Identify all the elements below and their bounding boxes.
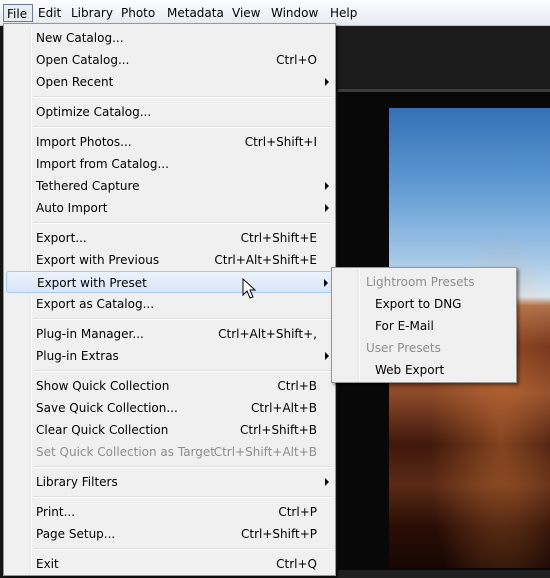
menu-item-label: Import Photos...	[36, 135, 132, 149]
menu-separator	[34, 222, 331, 224]
menu-item-label: New Catalog...	[36, 31, 124, 45]
menu-item-show-quick-collection[interactable]: Show Quick Collection Ctrl+B	[6, 375, 333, 397]
submenu-item-label: For E-Mail	[375, 319, 434, 333]
submenu-arrow-icon	[325, 352, 329, 360]
menu-window[interactable]: Window	[268, 5, 320, 21]
menu-library[interactable]: Library	[68, 5, 113, 21]
menu-separator	[34, 370, 331, 372]
submenu-item-label: User Presets	[366, 341, 441, 355]
menu-item-shortcut: Ctrl+Shift+Alt+B	[213, 445, 317, 459]
menu-item-label: Export as Catalog...	[36, 297, 155, 311]
menu-item-open-catalog[interactable]: Open Catalog... Ctrl+O	[6, 49, 333, 71]
menu-item-shortcut: Ctrl+Shift+B	[240, 423, 317, 437]
menu-item-import-photos[interactable]: Import Photos... Ctrl+Shift+I	[6, 131, 333, 153]
menu-item-shortcut: Ctrl+Alt+Shift+E	[214, 253, 317, 267]
menu-item-label: Tethered Capture	[36, 179, 140, 193]
export-with-preset-submenu: Lightroom Presets Export to DNG For E-Mail…	[331, 267, 517, 383]
menu-item-label: Open Recent	[36, 75, 114, 89]
menu-edit[interactable]: Edit	[35, 5, 63, 21]
menu-separator	[34, 466, 331, 468]
menu-separator	[34, 96, 331, 98]
menu-item-label: Library Filters	[36, 475, 118, 489]
menu-item-shortcut: Ctrl+P	[278, 505, 317, 519]
menu-item-label: Set Quick Collection as Target	[36, 445, 215, 459]
submenu-item-label: Web Export	[375, 363, 445, 377]
submenu-item-label: Export to DNG	[375, 297, 462, 311]
file-menu: New Catalog... Open Catalog... Ctrl+O Open …	[3, 23, 336, 576]
menu-file[interactable]: File	[3, 4, 33, 22]
menu-item-label: Import from Catalog...	[36, 157, 169, 171]
menu-item-label: Clear Quick Collection	[36, 423, 169, 437]
menu-item-label: Page Setup...	[36, 527, 116, 541]
submenu-arrow-icon	[325, 78, 329, 86]
menu-item-library-filters[interactable]: Library Filters	[6, 471, 333, 493]
submenu-arrow-icon	[324, 279, 328, 287]
menu-item-shortcut: Ctrl+Shift+E	[240, 231, 317, 245]
menu-item-print[interactable]: Print... Ctrl+P	[6, 501, 333, 523]
menu-item-plug-in-manager[interactable]: Plug-in Manager... Ctrl+Alt+Shift+,	[6, 323, 333, 345]
menu-item-new-catalog[interactable]: New Catalog...	[6, 27, 333, 49]
menu-item-shortcut: Ctrl+Shift+I	[244, 135, 317, 149]
menu-item-shortcut: Ctrl+B	[277, 379, 317, 393]
menu-item-shortcut: Ctrl+Alt+Shift+,	[218, 327, 317, 341]
menu-separator	[34, 496, 331, 498]
menu-item-export-with-preset[interactable]: Export with Preset	[6, 271, 333, 293]
menu-item-export-as-catalog[interactable]: Export as Catalog...	[6, 293, 333, 315]
menu-item-label: Plug-in Extras	[36, 349, 119, 363]
menu-item-label: Exit	[36, 557, 59, 571]
toolbar-panel	[338, 27, 550, 89]
menu-item-optimize-catalog[interactable]: Optimize Catalog...	[6, 101, 333, 123]
submenu-arrow-icon	[325, 204, 329, 212]
menu-item-shortcut: Ctrl+Alt+B	[251, 401, 317, 415]
menu-item-exit[interactable]: Exit Ctrl+Q	[6, 553, 333, 575]
menu-item-shortcut: Ctrl+O	[276, 53, 317, 67]
menu-item-page-setup[interactable]: Page Setup... Ctrl+Shift+P	[6, 523, 333, 545]
menu-item-label: Export...	[36, 231, 87, 245]
menu-item-tethered-capture[interactable]: Tethered Capture	[6, 175, 333, 197]
menu-metadata[interactable]: Metadata	[164, 5, 224, 21]
submenu-item-for-e-mail[interactable]: For E-Mail	[334, 315, 514, 337]
menu-item-shortcut: Ctrl+Shift+P	[241, 527, 317, 541]
menu-separator	[34, 318, 331, 320]
submenu-item-export-to-dng[interactable]: Export to DNG	[334, 293, 514, 315]
menu-item-set-quick-collection-as-target: Set Quick Collection as Target Ctrl+Shift…	[6, 441, 333, 463]
menu-item-export[interactable]: Export... Ctrl+Shift+E	[6, 227, 333, 249]
status-bar	[338, 570, 550, 578]
menu-item-label: Optimize Catalog...	[36, 105, 152, 119]
menu-view[interactable]: View	[229, 5, 261, 21]
menu-item-import-from-catalog[interactable]: Import from Catalog...	[6, 153, 333, 175]
submenu-header-user-presets: User Presets	[334, 337, 514, 359]
menu-item-label: Plug-in Manager...	[36, 327, 144, 341]
submenu-arrow-icon	[325, 182, 329, 190]
submenu-item-label: Lightroom Presets	[366, 275, 475, 289]
menu-item-label: Save Quick Collection...	[36, 401, 178, 415]
menu-item-label: Open Catalog...	[36, 53, 130, 67]
menu-item-open-recent[interactable]: Open Recent	[6, 71, 333, 93]
submenu-arrow-icon	[325, 478, 329, 486]
menu-item-label: Print...	[36, 505, 76, 519]
menu-item-label: Export with Preset	[37, 276, 147, 290]
menu-item-plug-in-extras[interactable]: Plug-in Extras	[6, 345, 333, 367]
menu-item-label: Show Quick Collection	[36, 379, 170, 393]
menu-item-shortcut: Ctrl+Q	[276, 557, 317, 571]
menu-separator	[34, 548, 331, 550]
menu-item-save-quick-collection[interactable]: Save Quick Collection... Ctrl+Alt+B	[6, 397, 333, 419]
menu-separator	[34, 126, 331, 128]
menu-item-label: Auto Import	[36, 201, 108, 215]
mouse-pointer-icon	[242, 278, 257, 299]
submenu-header-lightroom-presets: Lightroom Presets	[334, 271, 514, 293]
menu-item-export-with-previous[interactable]: Export with Previous Ctrl+Alt+Shift+E	[6, 249, 333, 271]
menu-item-clear-quick-collection[interactable]: Clear Quick Collection Ctrl+Shift+B	[6, 419, 333, 441]
menu-help[interactable]: Help	[327, 5, 357, 21]
menu-photo[interactable]: Photo	[118, 5, 158, 21]
menu-item-auto-import[interactable]: Auto Import	[6, 197, 333, 219]
menu-item-label: Export with Previous	[36, 253, 160, 267]
submenu-item-web-export[interactable]: Web Export	[334, 359, 514, 381]
